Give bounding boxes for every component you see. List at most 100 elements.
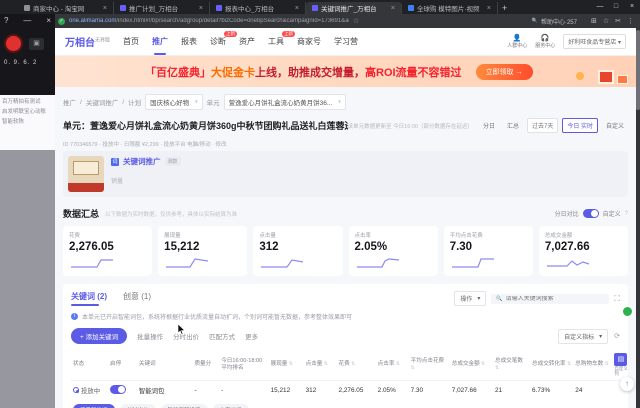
product-thumbnail[interactable] xyxy=(68,156,104,192)
add-keyword-button[interactable]: + 添加关键词 xyxy=(71,328,128,344)
daily-compare-toggle[interactable] xyxy=(582,209,599,218)
plan-selector[interactable]: 国庆核心好物 ▾ xyxy=(145,94,203,110)
sortable-column[interactable]: 平均点击花费 xyxy=(408,350,450,381)
toggle-label: 分日对比 xyxy=(554,212,579,218)
tab-close-icon[interactable]: × xyxy=(487,5,491,12)
promo-type-label[interactable]: 关键词推广 xyxy=(123,156,161,167)
more-button[interactable]: 更多 xyxy=(245,331,258,341)
keyword-toggle[interactable] xyxy=(110,384,127,394)
url-text[interactable]: one.alimama.com/index.html#!/bp/search/a… xyxy=(69,18,349,24)
sortable-column[interactable]: 总成交转化率 xyxy=(530,350,574,381)
metric-card-cost[interactable]: 花费 2,276.05 xyxy=(63,226,153,276)
nav-item-tools[interactable]: 工具 上新 xyxy=(268,31,296,47)
customize-columns-icon[interactable]: ▤ xyxy=(614,353,628,366)
keyword-search-input[interactable] xyxy=(505,295,605,302)
keyword-search-box[interactable]: 🔍 xyxy=(491,293,610,304)
record-button[interactable] xyxy=(4,34,23,53)
match-type-button[interactable]: 匹配方式 xyxy=(209,331,235,341)
recorder-close-button[interactable]: × xyxy=(46,16,51,28)
promo-banner[interactable]: 「百亿盛典」 大促金卡 上线，助推成交增量， 高ROI流量不容错过 立即领取 → xyxy=(55,56,636,87)
keyword-table: 状态 启停 关键词 质量分 今日16:00-18:00 平均排名 展现量 点击量… xyxy=(71,350,631,408)
camera-icon[interactable]: ▣ xyxy=(29,37,44,50)
screenshot-icon[interactable]: ✂ xyxy=(615,17,621,25)
new-tab-button[interactable]: + xyxy=(502,3,507,13)
breadcrumb-root[interactable]: 推广 xyxy=(63,97,76,107)
chip-match-settings[interactable]: 智能匹配设置 xyxy=(160,403,208,408)
help-search-chip[interactable]: 🔍 帮助中心·257 xyxy=(532,17,577,26)
fullscreen-icon[interactable]: ⛶ xyxy=(614,294,620,304)
table-row-smart-package[interactable]: 投放中 智能词包 - - 15,212 312 2,276.05 2.05% 7… xyxy=(71,380,631,400)
custom-metrics-select[interactable]: 自定义指标 ▾ xyxy=(558,328,609,344)
sparkline xyxy=(546,260,590,267)
tab-close-icon[interactable]: × xyxy=(103,5,107,12)
tab-creatives[interactable]: 创意 (1) xyxy=(123,291,151,306)
url-path: /index.html#!/bp/search/adgroup/detail?b… xyxy=(116,18,349,24)
recorder-help-button[interactable]: ? xyxy=(4,16,8,28)
metric-card-gmv[interactable]: 总成交金额 7,027.66 xyxy=(538,226,629,276)
window-minimize-button[interactable]: — xyxy=(592,0,608,14)
window-maximize-button[interactable]: □ xyxy=(608,0,624,14)
range-custom-button[interactable]: 自定义 xyxy=(602,119,628,132)
favorites-star-icon[interactable]: ☆ xyxy=(603,17,609,25)
chip-custom-words[interactable]: 自定义词 xyxy=(212,403,249,408)
breadcrumb: 推广 / 关键词推广 / 计划 国庆核心好物 ▾ 单元 萱逸爱心月饼礼盒流心奶黄… xyxy=(63,94,628,110)
browser-menu-icon[interactable]: ⋮ xyxy=(627,17,634,25)
banner-cta-button[interactable]: 立即领取 → xyxy=(475,63,533,80)
browser-tab-active[interactable]: 关键词推广_万相台 × xyxy=(306,2,402,14)
sortable-column[interactable]: 花费 xyxy=(336,350,376,381)
nav-item-assets[interactable]: 资产 xyxy=(239,36,255,47)
action-select[interactable]: 操作 ▾ xyxy=(454,291,487,306)
unit-selector[interactable]: 萱逸爱心月饼礼盒流心奶黄月饼36... ▾ xyxy=(223,94,346,110)
metric-card-cpc[interactable]: 平均点击花费 7.30 xyxy=(443,226,533,276)
nav-item-home[interactable]: 首页 xyxy=(123,36,139,47)
sortable-column[interactable]: 总购物车数 xyxy=(573,350,613,381)
nav-item-diagnosis[interactable]: 诊断 上新 xyxy=(210,31,238,47)
service-center-button[interactable]: 🎧 服务中心 xyxy=(535,34,555,50)
metric-card-ctr[interactable]: 点击率 2.05% xyxy=(348,226,438,276)
metric-card-impressions[interactable]: 展现量 15,212 xyxy=(158,226,248,276)
nav-item-academy[interactable]: 学习营 xyxy=(334,36,358,47)
sortable-column[interactable]: 点击率 xyxy=(375,350,409,381)
breadcrumb-section[interactable]: 关键词推广 xyxy=(86,97,119,107)
browser-tab[interactable]: 报表中心_万相台 × xyxy=(210,2,306,14)
browser-scrollbar[interactable] xyxy=(636,28,640,408)
sales-label: 销量 xyxy=(111,179,124,185)
custom-label[interactable]: 自定义 xyxy=(603,209,621,218)
range-summary-button[interactable]: 汇总 xyxy=(503,119,523,132)
nav-item-promotion[interactable]: 推广 xyxy=(152,36,168,55)
apps-grid-icon[interactable]: ⊞ xyxy=(591,17,597,25)
tab-close-icon[interactable]: × xyxy=(295,5,299,12)
tab-close-icon[interactable]: × xyxy=(199,5,203,12)
plugin-icon[interactable] xyxy=(622,306,633,317)
range-today-realtime-button[interactable]: 今日 实时 xyxy=(562,118,598,133)
tab-keywords[interactable]: 关键词 (2) xyxy=(71,291,107,306)
sortable-column[interactable]: 点击量 xyxy=(303,350,337,381)
sortable-column[interactable]: 展现量 xyxy=(268,350,304,381)
nav-item-merchant[interactable]: 商家号 xyxy=(297,36,321,47)
recorder-minimize-button[interactable]: — xyxy=(23,16,31,28)
browser-tab[interactable]: 商家中心 - 淘宝网 × xyxy=(18,2,114,14)
logo[interactable]: 万相台无界版 xyxy=(65,34,110,49)
account-selector[interactable]: 好利旺食品专营店 ▾ xyxy=(563,34,626,49)
window-close-button[interactable]: × xyxy=(624,0,640,14)
chip-time-bid[interactable]: 分时出价 xyxy=(119,403,156,408)
refresh-icon[interactable]: ⟳ xyxy=(614,332,620,340)
metric-card-clicks[interactable]: 点击量 312 xyxy=(253,226,343,276)
sortable-column[interactable]: 总成交笔数 xyxy=(492,350,531,381)
tab-close-icon[interactable]: × xyxy=(391,5,395,12)
range-daily-button[interactable]: 分日 xyxy=(479,119,499,132)
back-to-top-button[interactable]: ↑ xyxy=(620,377,634,391)
bookmark-star-icon[interactable]: ☆ xyxy=(353,17,359,25)
range-7days-button[interactable]: 过去7天 xyxy=(526,118,559,133)
sortable-column[interactable]: 总成交金额 xyxy=(449,350,493,381)
bulk-actions-button[interactable]: 批量操作 xyxy=(137,331,163,341)
time-bid-button[interactable]: 分时出价 xyxy=(173,331,199,341)
audience-center-button[interactable]: 👤 人群中心 xyxy=(507,34,527,50)
extension-icons: ⊞ ☆ ✂ ⋮ xyxy=(591,17,634,25)
nav-item-report[interactable]: 报表 xyxy=(181,36,197,47)
browser-tab[interactable]: 推广计划_万相台 × xyxy=(114,2,210,14)
url-host: one.alimama.com xyxy=(69,18,117,24)
tab-favicon xyxy=(216,5,222,11)
browser-tab[interactable]: 全球购 模特图片·视频 × xyxy=(402,2,498,14)
chip-smart-words[interactable]: 流量智选词 xyxy=(73,403,115,408)
